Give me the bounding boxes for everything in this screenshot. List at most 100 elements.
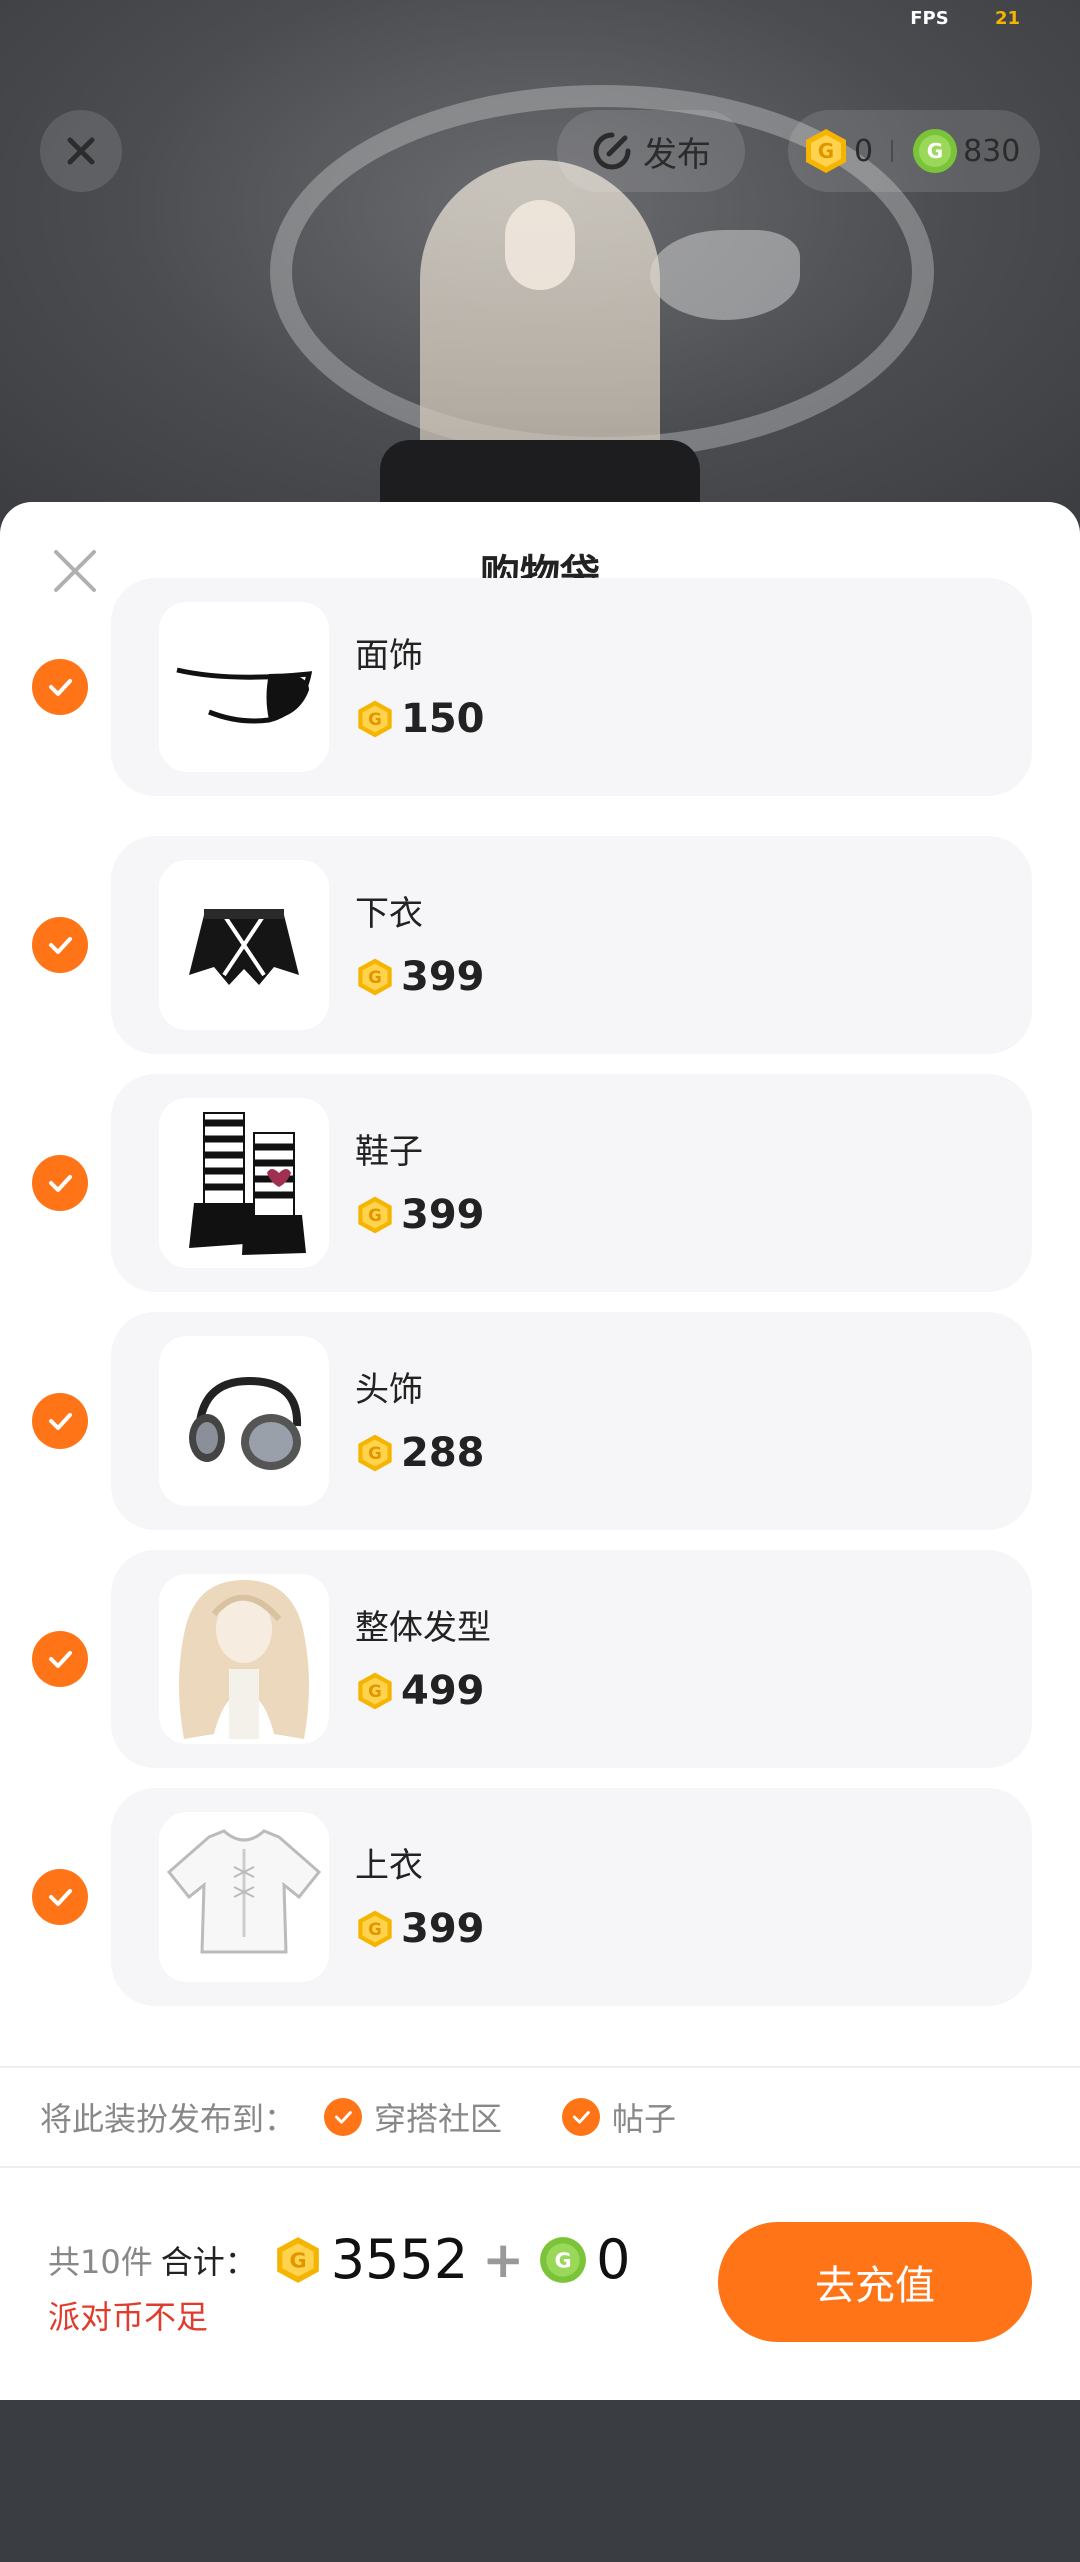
item-name: 下衣 (355, 894, 423, 934)
item-card[interactable]: 下衣 G 399 (111, 836, 1032, 1054)
dragon-head (650, 230, 800, 320)
svg-text:G: G (289, 2248, 306, 2272)
option-post-label: 帖子 (612, 2100, 677, 2138)
list-item: 鞋子 G 399 (0, 1074, 1080, 1292)
item-thumbnail (159, 602, 329, 772)
check-icon (49, 1889, 72, 1906)
close-icon (67, 137, 95, 165)
item-checkbox[interactable] (32, 1393, 88, 1449)
fps-indicator: FPS 21 (910, 8, 1020, 29)
item-name: 上衣 (355, 1846, 423, 1886)
item-checkbox[interactable] (32, 1631, 88, 1687)
svg-text:G: G (368, 1206, 382, 1225)
option-post[interactable]: 帖子 (562, 2094, 676, 2140)
item-price-value: 288 (401, 1430, 485, 1476)
currency-display[interactable]: G 0 G 830 (788, 110, 1040, 192)
svg-text:G: G (555, 2248, 572, 2272)
total-label: 合计： (160, 2242, 257, 2281)
check-icon (49, 937, 72, 954)
recharge-button[interactable]: 去充值 (718, 2222, 1032, 2342)
green-coin-count: 830 (963, 133, 1021, 169)
check-icon (49, 1651, 72, 1668)
item-price-value: 399 (401, 1192, 485, 1238)
item-price-value: 499 (401, 1668, 485, 1714)
publish-icon (593, 132, 631, 170)
check-icon (49, 679, 72, 696)
list-item: 头饰 G 288 (0, 1312, 1080, 1530)
check-icon (324, 2098, 363, 2136)
item-name: 整体发型 (355, 1608, 491, 1648)
order-summary: 共10件 合计： G 3552 + G 0 (48, 2228, 630, 2291)
item-checkbox[interactable] (32, 1155, 88, 1211)
item-count: 共10件 (48, 2242, 153, 2281)
list-item: 面饰 G 150 (0, 578, 1080, 796)
list-item: 上衣 G 399 (0, 1788, 1080, 2006)
item-card[interactable]: 整体发型 G 499 (111, 1550, 1032, 1768)
item-thumbnail (159, 1812, 329, 1982)
publish-label: 发布 (643, 134, 711, 175)
close-button[interactable] (40, 110, 122, 192)
check-icon (562, 2098, 601, 2136)
currency-divider (891, 140, 894, 162)
gold-coin-icon: G (276, 2236, 319, 2283)
item-card[interactable]: 上衣 G 399 (111, 1788, 1032, 2006)
item-thumbnail (159, 1336, 329, 1506)
publish-to-label: 将此装扮发布到： (40, 2100, 297, 2138)
svg-text:G: G (368, 1920, 382, 1939)
gold-coin-icon: G (358, 1196, 392, 1234)
item-thumbnail (159, 860, 329, 1030)
item-price: G 399 (355, 1906, 485, 1952)
avatar-scene[interactable]: FPS 21 发布 G 0 G 830 (0, 0, 1080, 520)
item-price: G 288 (355, 1430, 485, 1476)
item-checkbox[interactable] (32, 1869, 88, 1925)
headphones-image (189, 1376, 302, 1470)
svg-text:G: G (927, 139, 943, 163)
insufficient-funds-warning: 派对币不足 (48, 2298, 209, 2336)
item-card[interactable]: 鞋子 G 399 (111, 1074, 1032, 1292)
item-checkbox[interactable] (32, 917, 88, 973)
checkout-footer: 共10件 合计： G 3552 + G 0 派对币不足 去充值 (0, 2168, 1080, 2400)
list-item: 下衣 G 399 (0, 836, 1080, 1054)
green-coin-icon: G (913, 129, 958, 173)
publish-options-row: 将此装扮发布到： 穿搭社区 帖子 (0, 2066, 1080, 2168)
item-checkbox[interactable] (32, 659, 88, 715)
boots-image (189, 1112, 306, 1255)
hairstyle-image (179, 1580, 309, 1739)
green-total-value: 0 (596, 2228, 631, 2291)
gold-coin-icon: G (358, 1672, 392, 1710)
eyepatch-image (176, 667, 313, 724)
gold-coin-count: 0 (854, 133, 874, 169)
option-community-label: 穿搭社区 (374, 2100, 503, 2138)
skirt-image (189, 909, 299, 985)
item-price: G 499 (355, 1668, 485, 1714)
gold-coin-icon: G (806, 129, 846, 173)
green-total: G 0 (538, 2228, 630, 2291)
fps-label: FPS (910, 8, 949, 29)
gold-total: G 3552 (273, 2228, 468, 2291)
gold-coin-icon: G (358, 700, 392, 738)
list-item: 整体发型 G 499 (0, 1550, 1080, 1768)
item-thumbnail (159, 1574, 329, 1744)
svg-text:G: G (818, 139, 834, 163)
blouse-image (166, 1829, 322, 1954)
item-price: G 399 (355, 954, 485, 1000)
item-price-value: 150 (401, 696, 485, 742)
gold-coin-icon: G (358, 958, 392, 996)
option-community[interactable]: 穿搭社区 (324, 2094, 502, 2140)
item-card[interactable]: 面饰 G 150 (111, 578, 1032, 796)
publish-button[interactable]: 发布 (557, 110, 745, 192)
item-card[interactable]: 头饰 G 288 (111, 1312, 1032, 1530)
item-thumbnail (159, 1098, 329, 1268)
fps-value: 21 (994, 8, 1020, 29)
gold-coin-icon: G (358, 1910, 392, 1948)
item-price-value: 399 (401, 1906, 485, 1952)
gold-coin-icon: G (358, 1434, 392, 1472)
item-price-value: 399 (401, 954, 485, 1000)
green-coin-icon: G (540, 2236, 587, 2283)
item-name: 鞋子 (355, 1132, 423, 1172)
svg-text:G: G (368, 1682, 382, 1701)
check-icon (49, 1175, 72, 1192)
item-price: G 150 (355, 696, 485, 742)
svg-text:G: G (368, 710, 382, 729)
gold-total-value: 3552 (330, 2228, 469, 2291)
